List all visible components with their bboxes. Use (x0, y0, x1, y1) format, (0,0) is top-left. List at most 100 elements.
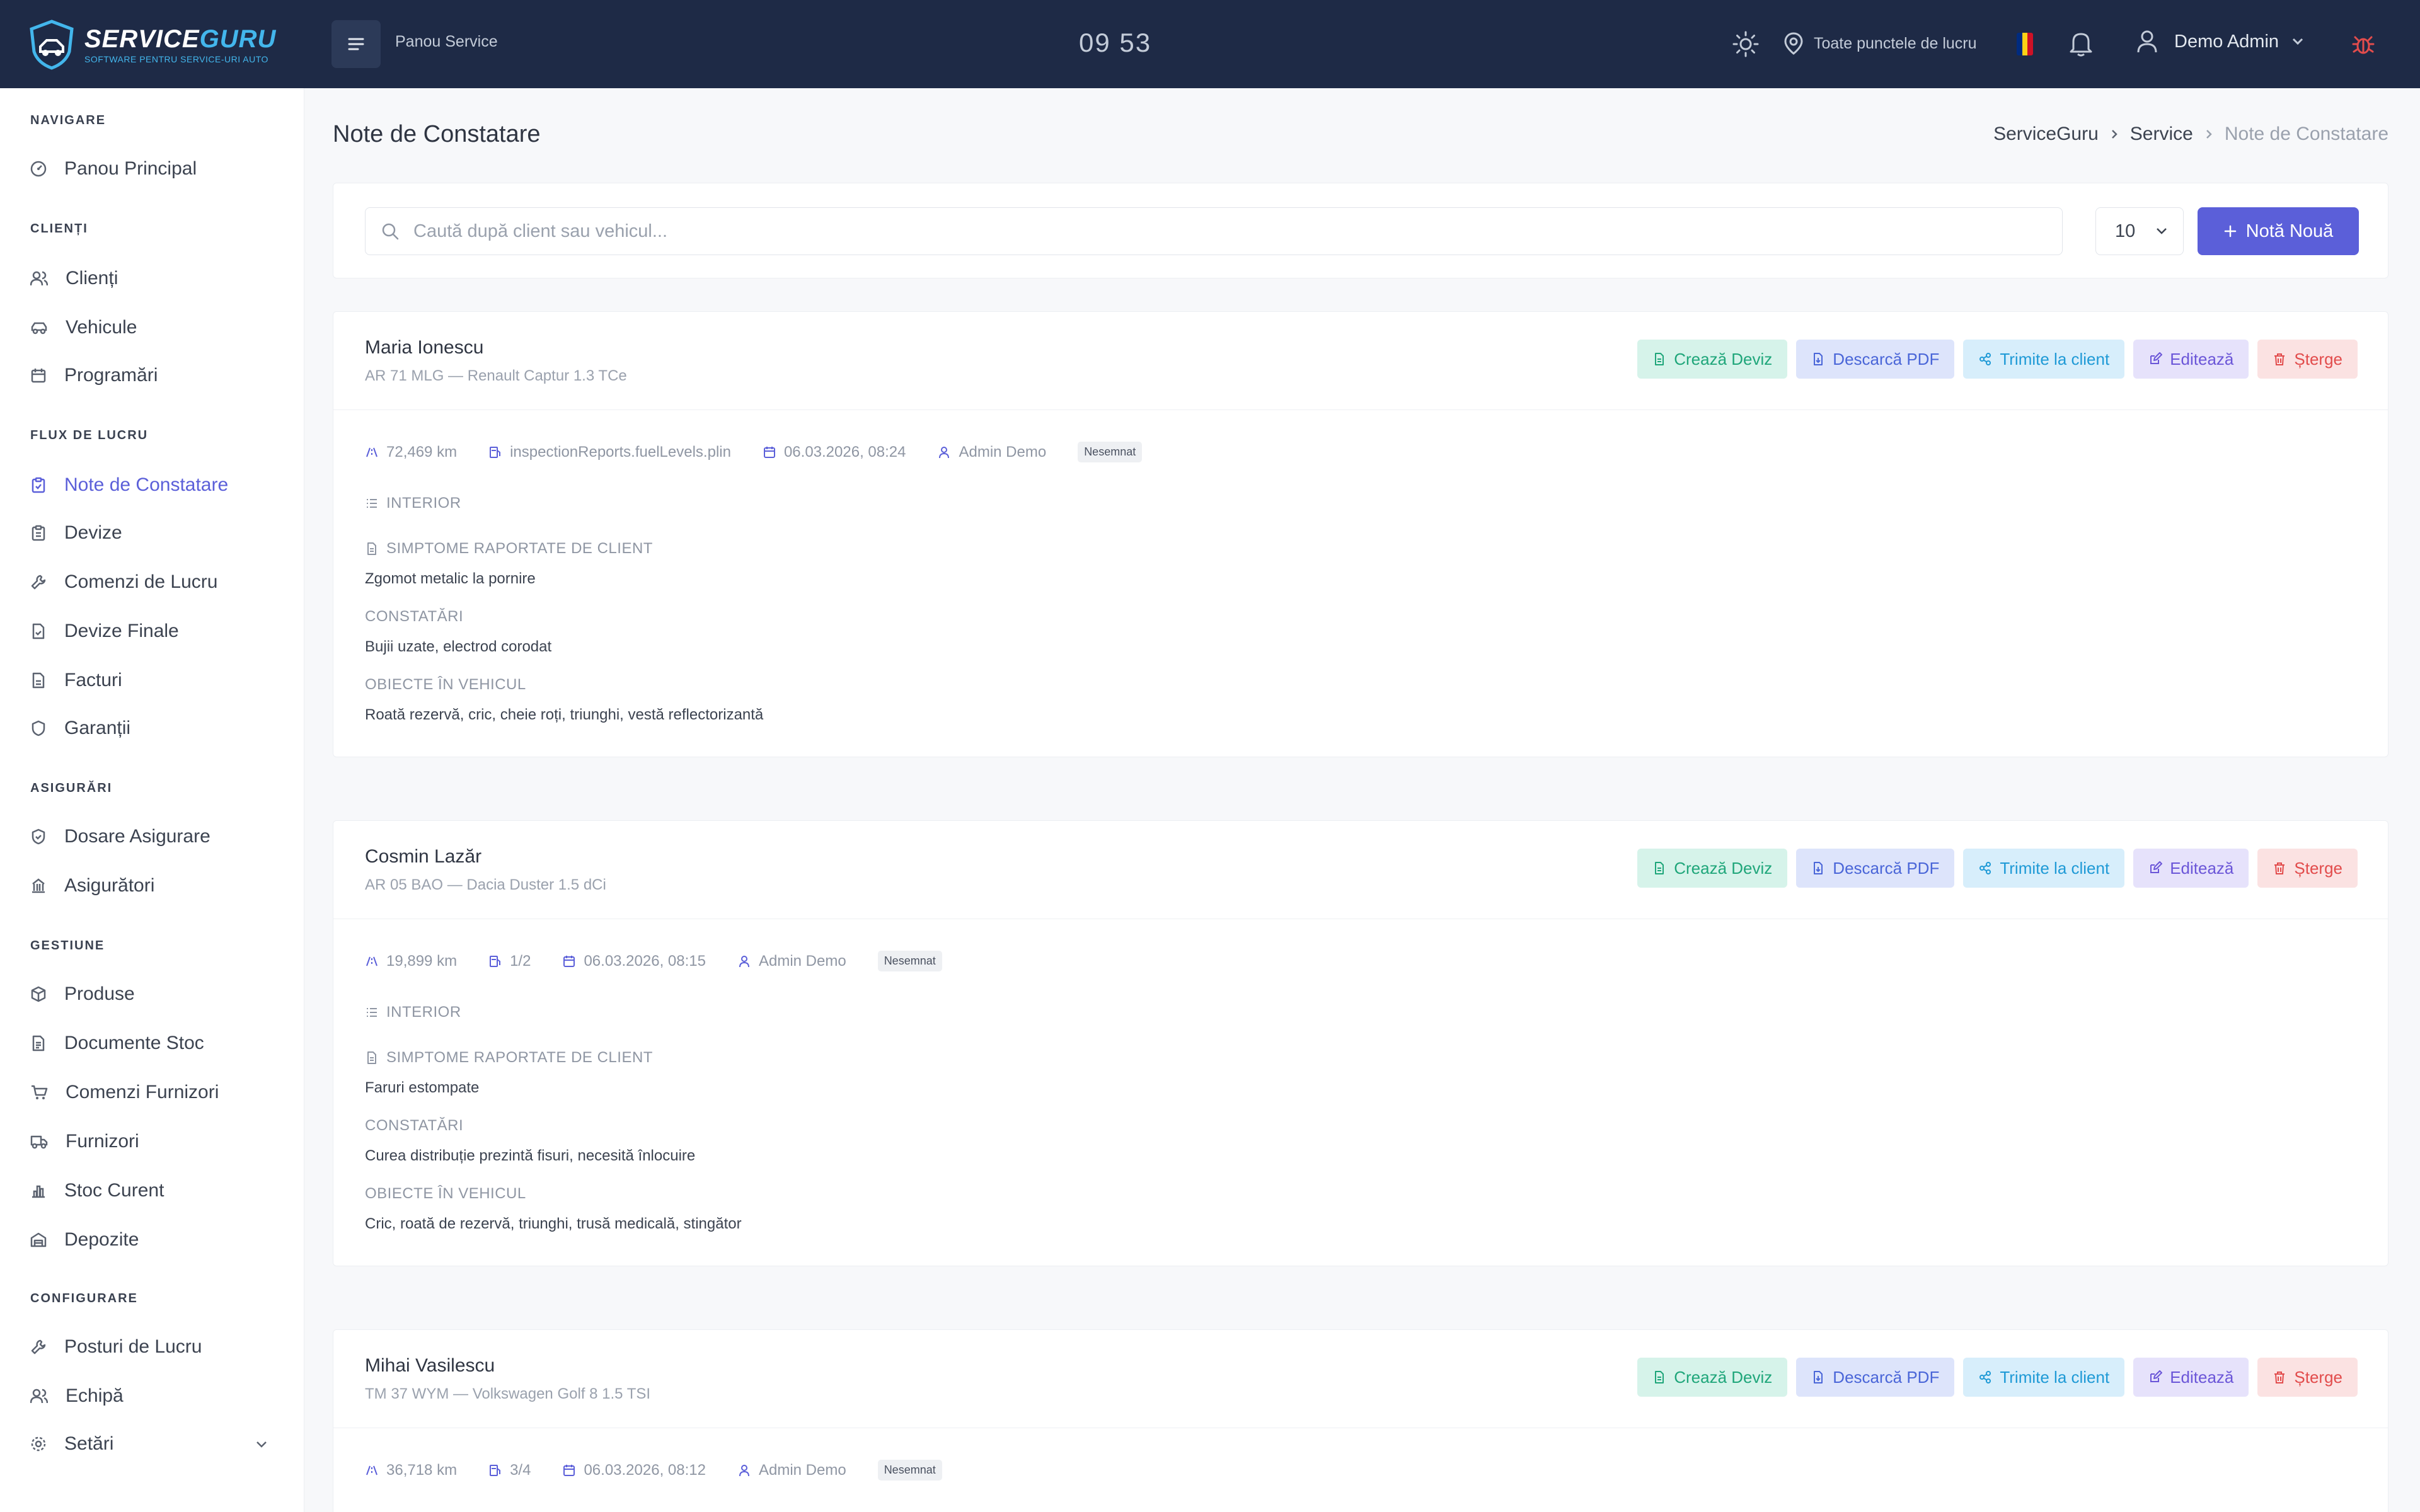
download-icon (1814, 862, 1823, 874)
sidebar-item-comenzi-furnizori[interactable]: Comenzi Furnizori (30, 1080, 219, 1105)
download-pdf-button[interactable]: Descarcă PDF (1796, 340, 1955, 379)
send-to-client-button[interactable]: Trimite la client (1963, 1358, 2125, 1397)
vehicle-info: AR 71 MLG — Renault Captur 1.3 TCe (365, 367, 627, 384)
wrench-icon (31, 575, 46, 590)
edit-button[interactable]: Editează (2133, 1358, 2249, 1397)
logo[interactable]: SERVICEGURU SOFTWARE PENTRU SERVICE-URI … (28, 19, 276, 71)
search-icon (382, 223, 399, 240)
document-icon (32, 1035, 45, 1051)
send-to-client-button[interactable]: Trimite la client (1963, 340, 2125, 379)
logo-shield-icon (30, 20, 74, 70)
fuel-level: 3/4 (488, 1462, 531, 1479)
delete-label: Șterge (2294, 349, 2342, 369)
sidebar-item-devize[interactable]: Devize (30, 520, 122, 546)
document-icon (367, 542, 376, 555)
sidebar-item-setari[interactable]: Setări (30, 1431, 113, 1457)
search-input[interactable]: Caută după client sau vehicul... (365, 207, 2063, 255)
file-check-icon (32, 623, 45, 639)
edit-label: Editează (2170, 349, 2234, 369)
create-quote-label: Crează Deviz (1674, 1367, 1773, 1387)
bell-icon[interactable] (2068, 30, 2094, 57)
send-to-client-button[interactable]: Trimite la client (1963, 849, 2125, 888)
sidebar-section-title: CONFIGURARE (30, 1292, 138, 1305)
trash-icon (2274, 862, 2285, 874)
sidebar-item-comenzi-de-lucru[interactable]: Comenzi de Lucru (30, 570, 217, 595)
chevron-down-icon (2292, 38, 2303, 45)
delete-label: Șterge (2294, 858, 2342, 878)
delete-button[interactable]: Șterge (2257, 1358, 2358, 1397)
create-quote-button[interactable]: Crează Deviz (1637, 340, 1788, 379)
search-toolbar: Caută după client sau vehicul... 10 Notă… (333, 183, 2388, 278)
clock: 09 53 (1079, 28, 1152, 57)
objects-text: Cric, roată de rezervă, triunghi, trusă … (365, 1215, 742, 1232)
per-page-select[interactable]: 10 (2095, 207, 2184, 255)
edit-icon (2150, 861, 2163, 873)
sidebar-item-furnizori[interactable]: Furnizori (30, 1129, 139, 1154)
romanian-flag-icon[interactable] (2017, 33, 2033, 55)
share-icon (1979, 353, 1991, 365)
symptoms-label: SIMPTOME RAPORTATE DE CLIENT (365, 540, 653, 558)
calendar-icon (563, 1464, 575, 1476)
sidebar-item-depozite[interactable]: Depozite (30, 1227, 139, 1252)
chevron-right-icon (2111, 130, 2118, 139)
breadcrumb-item-home[interactable]: ServiceGuru (1993, 123, 2099, 145)
delete-button[interactable]: Șterge (2257, 849, 2358, 888)
sidebar-item-label: Garanții (64, 718, 131, 738)
car-icon (31, 322, 47, 335)
client-name[interactable]: Mihai Vasilescu (365, 1355, 495, 1377)
edit-button[interactable]: Editează (2133, 340, 2249, 379)
sidebar-section-title: CLIENȚI (30, 222, 88, 236)
sidebar-item-documente-stoc[interactable]: Documente Stoc (30, 1031, 204, 1056)
vehicle-model: Dacia Duster 1.5 dCi (466, 876, 606, 893)
sidebar-item-label: Furnizori (66, 1131, 139, 1152)
inspection-report-card: Mihai Vasilescu TM 37 WYM — Volkswagen G… (333, 1329, 2388, 1512)
sidebar-item-asiguratori[interactable]: Asigurători (30, 873, 154, 898)
sun-icon[interactable] (1732, 30, 1760, 58)
panel-label: Panou Service (395, 33, 498, 50)
sidebar-item-label: Documente Stoc (64, 1033, 204, 1053)
sidebar-section-title: GESTIUNE (30, 939, 105, 953)
location-label: Toate punctele de lucru (1814, 34, 1977, 52)
location-selector[interactable]: Toate punctele de lucru (1783, 32, 1977, 55)
create-quote-button[interactable]: Crează Deviz (1637, 1358, 1788, 1397)
sidebar-item-label: Devize (64, 522, 122, 543)
delete-button[interactable]: Șterge (2257, 340, 2358, 379)
new-report-button[interactable]: Notă Nouă (2198, 207, 2359, 255)
sidebar-item-facturi[interactable]: Facturi (30, 668, 122, 693)
fuel-level: 1/2 (488, 953, 531, 970)
sidebar-item-panou-principal[interactable]: Panou Principal (30, 156, 197, 181)
sidebar-item-devize-finale[interactable]: Devize Finale (30, 619, 179, 644)
user-menu[interactable]: Demo Admin (2136, 29, 2304, 54)
share-icon (1979, 1371, 1991, 1383)
bar-chart-icon (32, 1185, 45, 1198)
bug-icon[interactable] (2351, 32, 2376, 57)
sidebar-item-produse[interactable]: Produse (30, 982, 135, 1007)
clipboard-list-icon (32, 525, 45, 541)
sidebar-item-label: Devize Finale (64, 621, 179, 641)
client-name[interactable]: Cosmin Lazăr (365, 846, 481, 868)
sidebar-item-dosare-asigurare[interactable]: Dosare Asigurare (30, 824, 210, 849)
chevron-down-icon[interactable] (255, 1440, 268, 1449)
sidebar-item-programari[interactable]: Programări (30, 363, 158, 388)
sidebar-item-posturi-de-lucru[interactable]: Posturi de Lucru (30, 1334, 202, 1360)
edit-button[interactable]: Editează (2133, 849, 2249, 888)
sidebar-item-label: Panou Principal (64, 158, 197, 179)
menu-toggle-button[interactable] (331, 20, 381, 68)
sidebar-item-stoc-curent[interactable]: Stoc Curent (30, 1178, 164, 1203)
create-quote-button[interactable]: Crează Deviz (1637, 849, 1788, 888)
sidebar-item-label: Posturi de Lucru (64, 1336, 202, 1357)
sidebar-item-garantii[interactable]: Garanții (30, 716, 130, 741)
sidebar-item-vehicule[interactable]: Vehicule (30, 315, 137, 340)
report-meta: 72,469 km inspectionReports.fuelLevels.p… (365, 442, 1143, 462)
sidebar-item-clienti[interactable]: Clienți (30, 266, 118, 291)
download-pdf-button[interactable]: Descarcă PDF (1796, 1358, 1955, 1397)
download-pdf-button[interactable]: Descarcă PDF (1796, 849, 1955, 888)
list-icon (367, 1008, 377, 1017)
breadcrumb-item-service[interactable]: Service (2130, 123, 2193, 145)
edit-icon (2150, 1370, 2163, 1382)
top-bar: SERVICEGURU SOFTWARE PENTRU SERVICE-URI … (0, 0, 2420, 88)
status-badge: Nesemnat (1078, 442, 1143, 462)
sidebar-item-note-de-constatare[interactable]: Note de Constatare (30, 472, 228, 498)
sidebar-item-echipa[interactable]: Echipă (30, 1383, 124, 1409)
client-name[interactable]: Maria Ionescu (365, 337, 483, 358)
